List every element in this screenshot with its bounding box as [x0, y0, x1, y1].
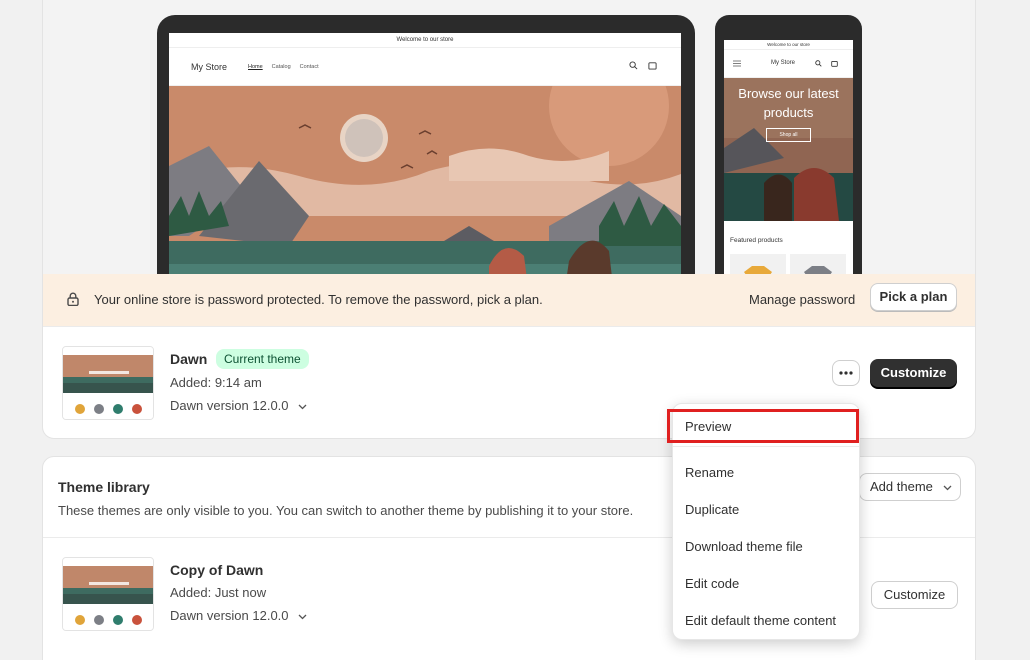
mobile-preview-frame: Welcome to our store My Store Browse our…	[715, 15, 862, 295]
more-actions-button[interactable]	[832, 360, 860, 386]
nav-contact: Contact	[299, 64, 319, 70]
mobile-store-header: My Store	[724, 50, 853, 78]
ellipsis-icon	[839, 371, 853, 375]
chevron-down-icon	[298, 614, 307, 620]
password-protection-banner: Your online store is password protected.…	[43, 274, 975, 326]
theme-thumbnail-image	[63, 347, 153, 419]
menu-item-download-theme-file[interactable]: Download theme file	[673, 539, 859, 554]
store-header: My Store Home Catalog Contact	[169, 48, 681, 86]
customize-library-theme-button[interactable]: Customize	[871, 581, 958, 609]
divider	[43, 326, 975, 327]
current-theme-badge: Current theme	[216, 349, 309, 369]
library-theme-version[interactable]: Dawn version 12.0.0	[170, 608, 307, 623]
menu-item-edit-code[interactable]: Edit code	[673, 576, 859, 591]
store-logo: My Store	[191, 62, 228, 72]
theme-library-title: Theme library	[58, 479, 150, 495]
chevron-down-icon	[943, 485, 951, 491]
mobile-store-logo: My Store	[771, 60, 796, 66]
cart-icon	[648, 62, 657, 70]
library-theme-name: Copy of Dawn	[170, 562, 264, 578]
announcement-bar: Welcome to our store	[169, 33, 681, 48]
menu-icon	[733, 60, 741, 67]
menu-item-edit-default-theme-content[interactable]: Edit default theme content	[673, 613, 859, 628]
library-theme-version-text: Dawn version 12.0.0	[170, 608, 289, 623]
customize-current-theme-button[interactable]: Customize	[870, 359, 957, 387]
chevron-down-icon	[298, 404, 307, 410]
desktop-preview-screen: Welcome to our store My Store Home Catal…	[169, 33, 681, 295]
mobile-preview-screen: Welcome to our store My Store Browse our…	[724, 40, 853, 295]
featured-products-heading: Featured products	[730, 237, 783, 244]
desktop-preview-frame: Welcome to our store My Store Home Catal…	[157, 15, 695, 295]
mobile-announcement-bar: Welcome to our store	[724, 40, 853, 50]
password-banner-text: Your online store is password protected.…	[94, 292, 543, 307]
theme-thumbnail	[62, 346, 154, 420]
mobile-hero-title: Browse our latest products	[738, 86, 839, 120]
menu-item-duplicate[interactable]: Duplicate	[673, 502, 859, 517]
manage-password-link[interactable]: Manage password	[749, 292, 855, 307]
current-theme-version-text: Dawn version 12.0.0	[170, 398, 289, 413]
current-theme-added: Added: 9:14 am	[170, 375, 262, 390]
add-theme-button[interactable]: Add theme	[859, 473, 961, 501]
add-theme-label: Add theme	[870, 479, 933, 494]
nav-catalog: Catalog	[271, 64, 291, 70]
mobile-shop-all-button: Shop all	[766, 128, 811, 142]
current-theme-card: Welcome to our store My Store Home Catal…	[42, 0, 976, 439]
hero-illustration	[169, 86, 681, 295]
mobile-search-icon	[815, 60, 822, 67]
menu-divider	[673, 446, 859, 447]
store-nav: Home Catalog Contact	[248, 64, 319, 70]
preview-highlight-outline	[667, 409, 859, 443]
theme-preview-area: Welcome to our store My Store Home Catal…	[43, 0, 975, 295]
library-theme-added: Added: Just now	[170, 585, 267, 600]
mobile-cart-icon	[831, 60, 838, 67]
lock-icon	[67, 292, 79, 306]
menu-item-rename[interactable]: Rename	[673, 465, 859, 480]
store-header-icons	[629, 61, 657, 70]
search-icon	[629, 61, 638, 70]
theme-library-description: These themes are only visible to you. Yo…	[58, 503, 634, 518]
pick-a-plan-button[interactable]: Pick a plan	[870, 283, 957, 311]
current-theme-name: Dawn	[170, 351, 208, 367]
current-theme-version[interactable]: Dawn version 12.0.0	[170, 398, 307, 413]
theme-thumbnail	[62, 557, 154, 631]
theme-thumbnail-image	[63, 558, 153, 630]
nav-home: Home	[248, 64, 263, 70]
